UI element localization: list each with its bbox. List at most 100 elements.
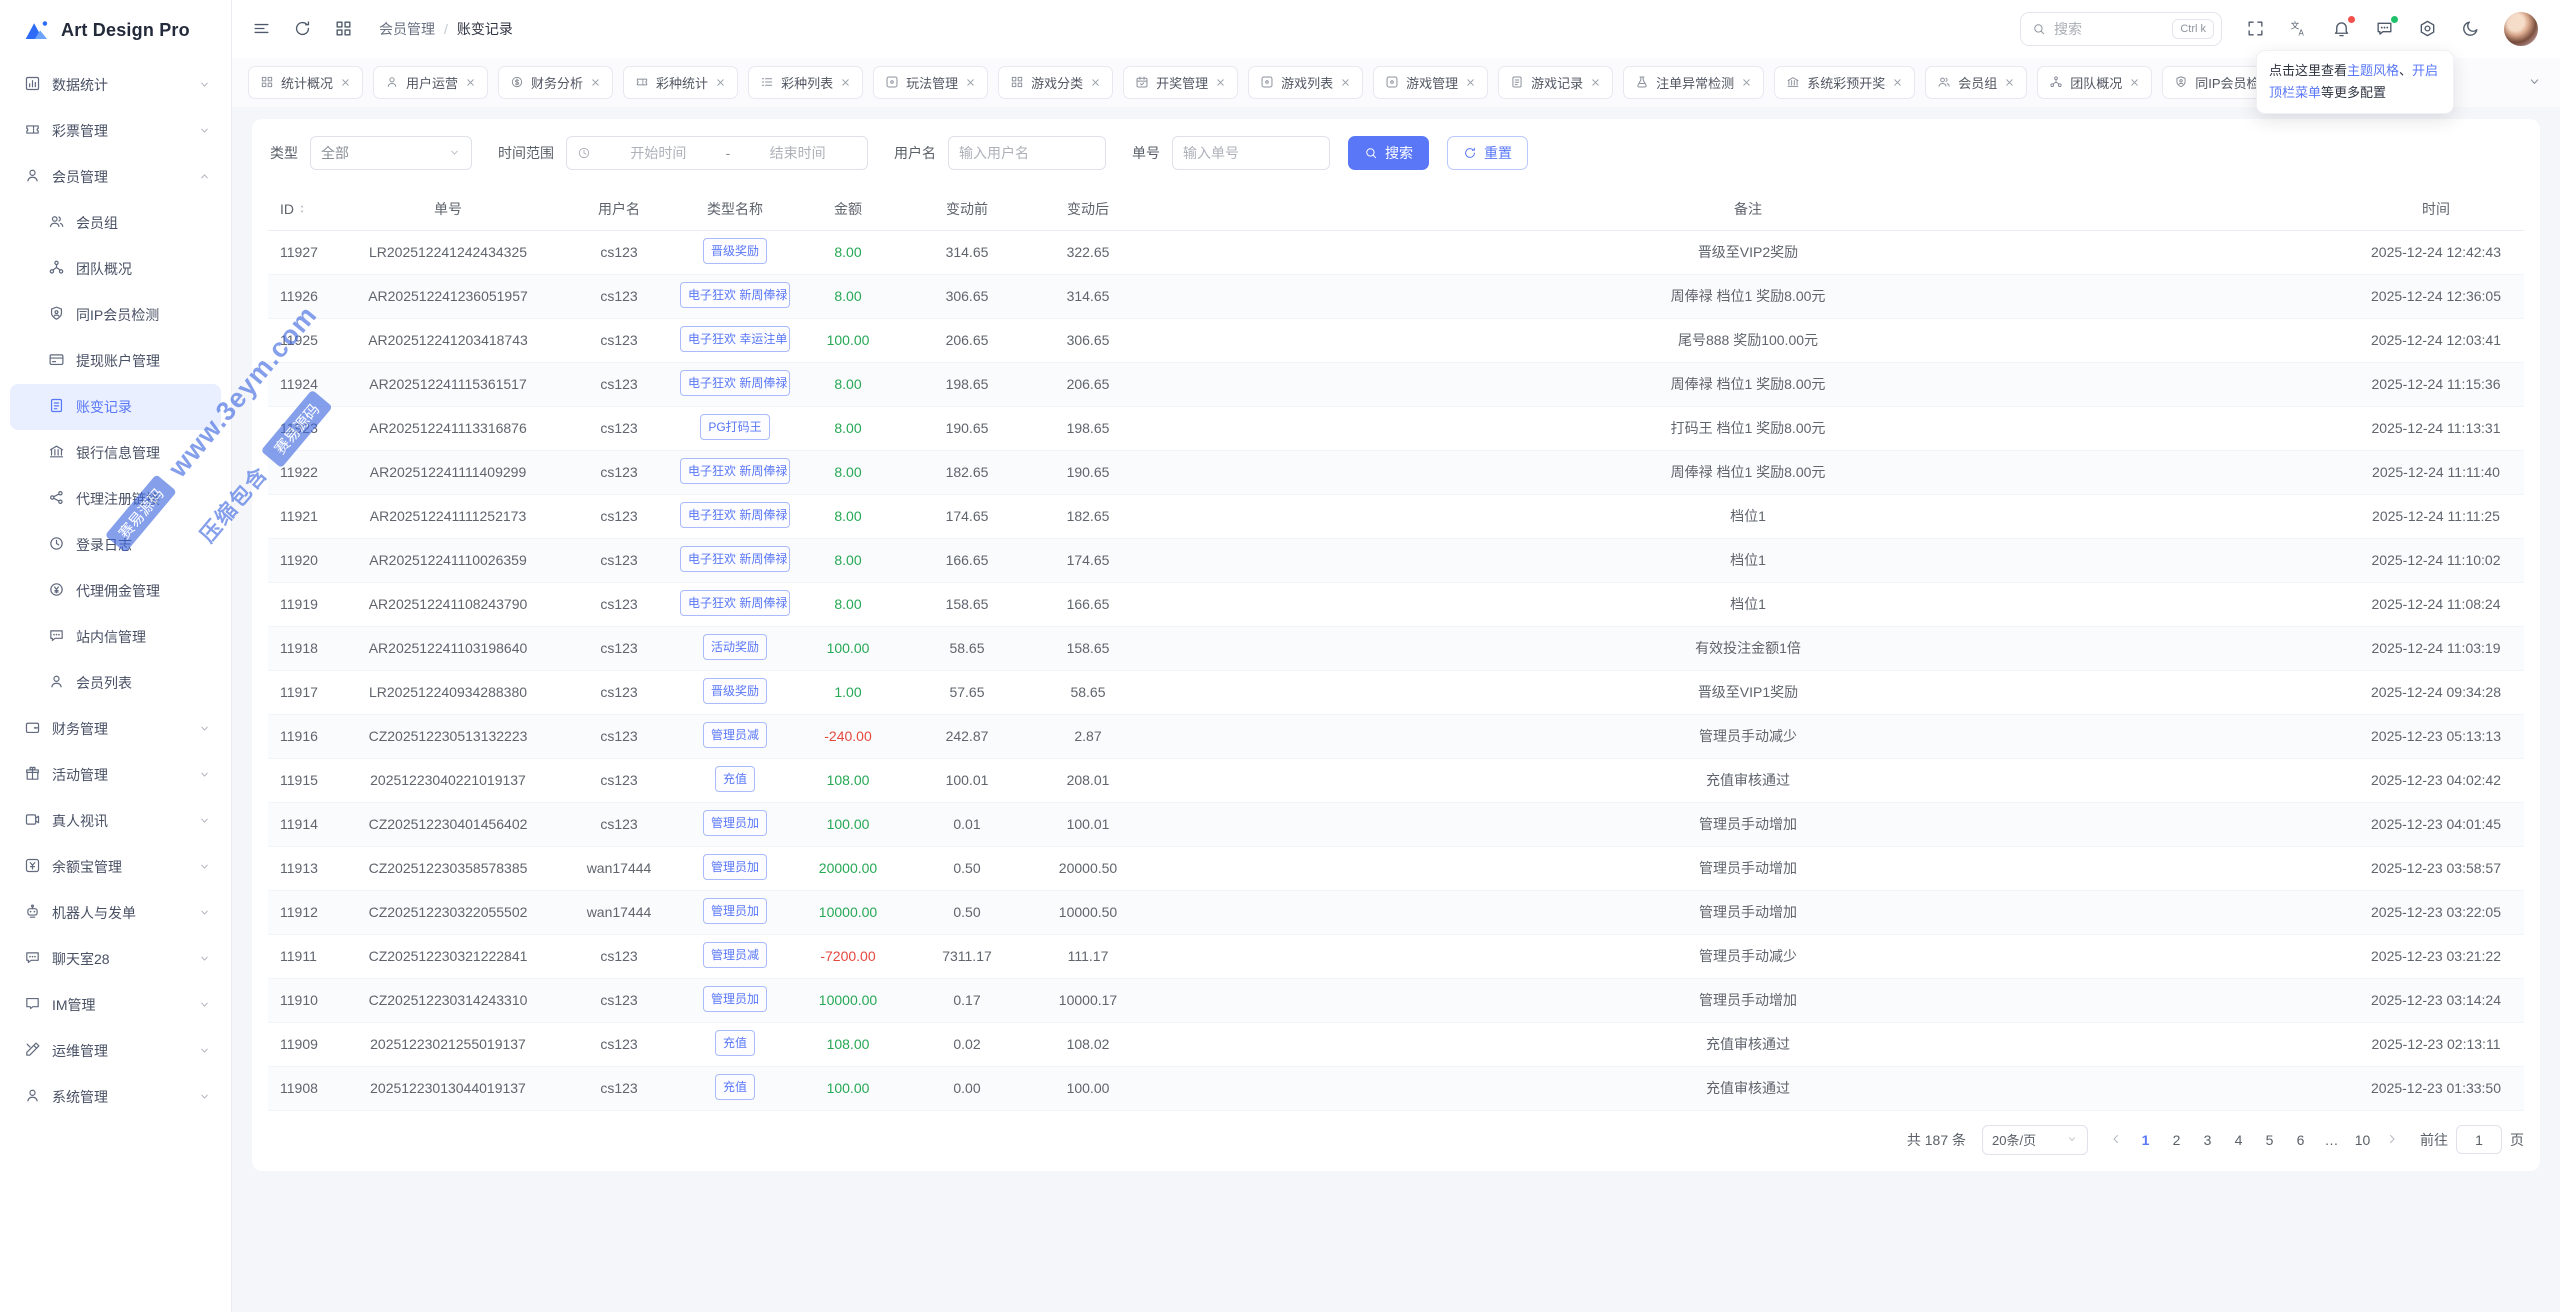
sidebar-item-label: 会员组 (76, 213, 118, 233)
tab-game-category[interactable]: 游戏分类 (998, 66, 1113, 99)
page-number-6[interactable]: 6 (2287, 1126, 2314, 1154)
sidebar-item-member-group[interactable]: 会员组 (10, 200, 221, 246)
sidebar-item-robot-orders[interactable]: 机器人与发单 (10, 890, 221, 936)
tab-lottery-list[interactable]: 彩种列表 (748, 66, 863, 99)
cell-remark: 管理员手动增加 (1148, 846, 2348, 890)
sidebar-item-system-mgmt[interactable]: 系统管理 (10, 1074, 221, 1120)
theme-style-link[interactable]: 主题风格 (2347, 63, 2399, 78)
page-number-10[interactable]: 10 (2349, 1126, 2376, 1154)
close-icon[interactable] (1340, 77, 1351, 88)
close-icon[interactable] (1215, 77, 1226, 88)
close-icon[interactable] (340, 77, 351, 88)
dark-mode-button[interactable] (2461, 19, 2480, 40)
close-icon[interactable] (1590, 77, 1601, 88)
notifications-button[interactable] (2332, 19, 2351, 40)
tab-lottery-stats[interactable]: 彩种统计 (623, 66, 738, 99)
sidebar-item-label: 余额宝管理 (52, 857, 122, 877)
order-filter-input[interactable]: 输入单号 (1172, 136, 1330, 170)
sidebar-item-agent-commission[interactable]: 代理佣金管理 (10, 568, 221, 614)
type-filter-select[interactable]: 全部 (310, 136, 472, 170)
sidebar-item-account-change[interactable]: 账变记录 (10, 384, 221, 430)
page-number-4[interactable]: 4 (2225, 1126, 2252, 1154)
sidebar-item-im-mgmt[interactable]: IM管理 (10, 982, 221, 1028)
global-search-input[interactable]: 搜索 Ctrl k (2020, 12, 2222, 46)
chevron-icon (198, 1090, 211, 1105)
close-icon[interactable] (2004, 77, 2015, 88)
tab-member-group[interactable]: 会员组 (1925, 66, 2027, 99)
close-icon[interactable] (465, 77, 476, 88)
page-ellipsis[interactable]: … (2318, 1126, 2345, 1154)
tab-icon (2049, 75, 2063, 91)
sidebar-item-member-list[interactable]: 会员列表 (10, 660, 221, 706)
close-icon[interactable] (715, 77, 726, 88)
collapse-sidebar-button[interactable] (252, 19, 271, 40)
sidebar-item-agent-reg-link[interactable]: 代理注册链接 (10, 476, 221, 522)
refresh-page-button[interactable] (293, 19, 312, 40)
next-page-button[interactable] (2380, 1132, 2404, 1148)
tab-stats-overview[interactable]: 统计概况 (248, 66, 363, 99)
sidebar-item-yuebao-mgmt[interactable]: 余额宝管理 (10, 844, 221, 890)
notification-dot (2348, 16, 2355, 23)
app-title: Art Design Pro (61, 20, 190, 41)
page-size-select[interactable]: 20条/页 (1982, 1125, 2088, 1155)
sidebar-item-icon (48, 259, 65, 279)
language-button[interactable] (2289, 19, 2308, 40)
tab-bet-anomaly[interactable]: 注单异常检测 (1623, 66, 1764, 99)
username-filter-input[interactable]: 输入用户名 (948, 136, 1106, 170)
cell-amount: -7200.00 (790, 934, 906, 978)
sidebar-item-withdraw-account[interactable]: 提现账户管理 (10, 338, 221, 384)
sidebar-item-chatroom28[interactable]: 聊天室28 (10, 936, 221, 982)
tab-game-list[interactable]: 游戏列表 (1248, 66, 1363, 99)
tab-draw-mgmt[interactable]: 开奖管理 (1123, 66, 1238, 99)
tab-team-overview[interactable]: 团队概况 (2037, 66, 2152, 99)
close-icon[interactable] (840, 77, 851, 88)
close-icon[interactable] (965, 77, 976, 88)
close-icon[interactable] (1090, 77, 1101, 88)
cell-username: cs123 (558, 406, 680, 450)
page-number-1[interactable]: 1 (2132, 1126, 2159, 1154)
sidebar-item-login-log[interactable]: 登录日志 (10, 522, 221, 568)
user-avatar[interactable] (2504, 12, 2538, 46)
time-range-picker[interactable]: 开始时间 - 结束时间 (566, 136, 868, 170)
sidebar-item-ops-mgmt[interactable]: 运维管理 (10, 1028, 221, 1074)
tab-finance-analysis[interactable]: 财务分析 (498, 66, 613, 99)
sidebar-item-same-ip-detect[interactable]: 同IP会员检测 (10, 292, 221, 338)
search-button[interactable]: 搜索 (1348, 136, 1429, 170)
goto-page-input[interactable]: 1 (2456, 1125, 2502, 1154)
apps-grid-button[interactable] (334, 19, 353, 40)
close-icon[interactable] (1741, 77, 1752, 88)
sidebar-item-lottery-mgmt[interactable]: 彩票管理 (10, 108, 221, 154)
messages-button[interactable] (2375, 19, 2394, 40)
sidebar-item-data-stats[interactable]: 数据统计 (10, 62, 221, 108)
tab-user-operation[interactable]: 用户运营 (373, 66, 488, 99)
column-header-id[interactable]: ID (268, 188, 338, 230)
cell-before: 198.65 (906, 362, 1028, 406)
close-icon[interactable] (1892, 77, 1903, 88)
sidebar-item-team-overview[interactable]: 团队概况 (10, 246, 221, 292)
close-icon[interactable] (1465, 77, 1476, 88)
tab-game-mgmt[interactable]: 游戏管理 (1373, 66, 1488, 99)
page-number-2[interactable]: 2 (2163, 1126, 2190, 1154)
prev-page-button[interactable] (2104, 1132, 2128, 1148)
column-header-remark: 备注 (1148, 188, 2348, 230)
moon-icon (2461, 19, 2480, 38)
close-icon[interactable] (2129, 77, 2140, 88)
settings-button[interactable] (2418, 19, 2437, 40)
breadcrumb-parent[interactable]: 会员管理 (379, 19, 435, 39)
page-number-5[interactable]: 5 (2256, 1126, 2283, 1154)
tab-sys-pre-draw[interactable]: 系统彩预开奖 (1774, 66, 1915, 99)
tabs-collapse-button[interactable] (2523, 70, 2546, 95)
sidebar-item-activity-mgmt[interactable]: 活动管理 (10, 752, 221, 798)
page-number-3[interactable]: 3 (2194, 1126, 2221, 1154)
reset-button[interactable]: 重置 (1447, 136, 1528, 170)
tab-game-records[interactable]: 游戏记录 (1498, 66, 1613, 99)
sidebar-item-site-message[interactable]: 站内信管理 (10, 614, 221, 660)
fullscreen-button[interactable] (2246, 19, 2265, 40)
sidebar-item-finance-mgmt[interactable]: 财务管理 (10, 706, 221, 752)
sidebar-item-live-video[interactable]: 真人视讯 (10, 798, 221, 844)
table-row: 11927 LR202512241242434325 cs123 晋级奖励 8.… (268, 230, 2524, 274)
tab-play-mgmt[interactable]: 玩法管理 (873, 66, 988, 99)
close-icon[interactable] (590, 77, 601, 88)
sidebar-item-member-mgmt[interactable]: 会员管理 (10, 154, 221, 200)
sidebar-item-bank-info[interactable]: 银行信息管理 (10, 430, 221, 476)
